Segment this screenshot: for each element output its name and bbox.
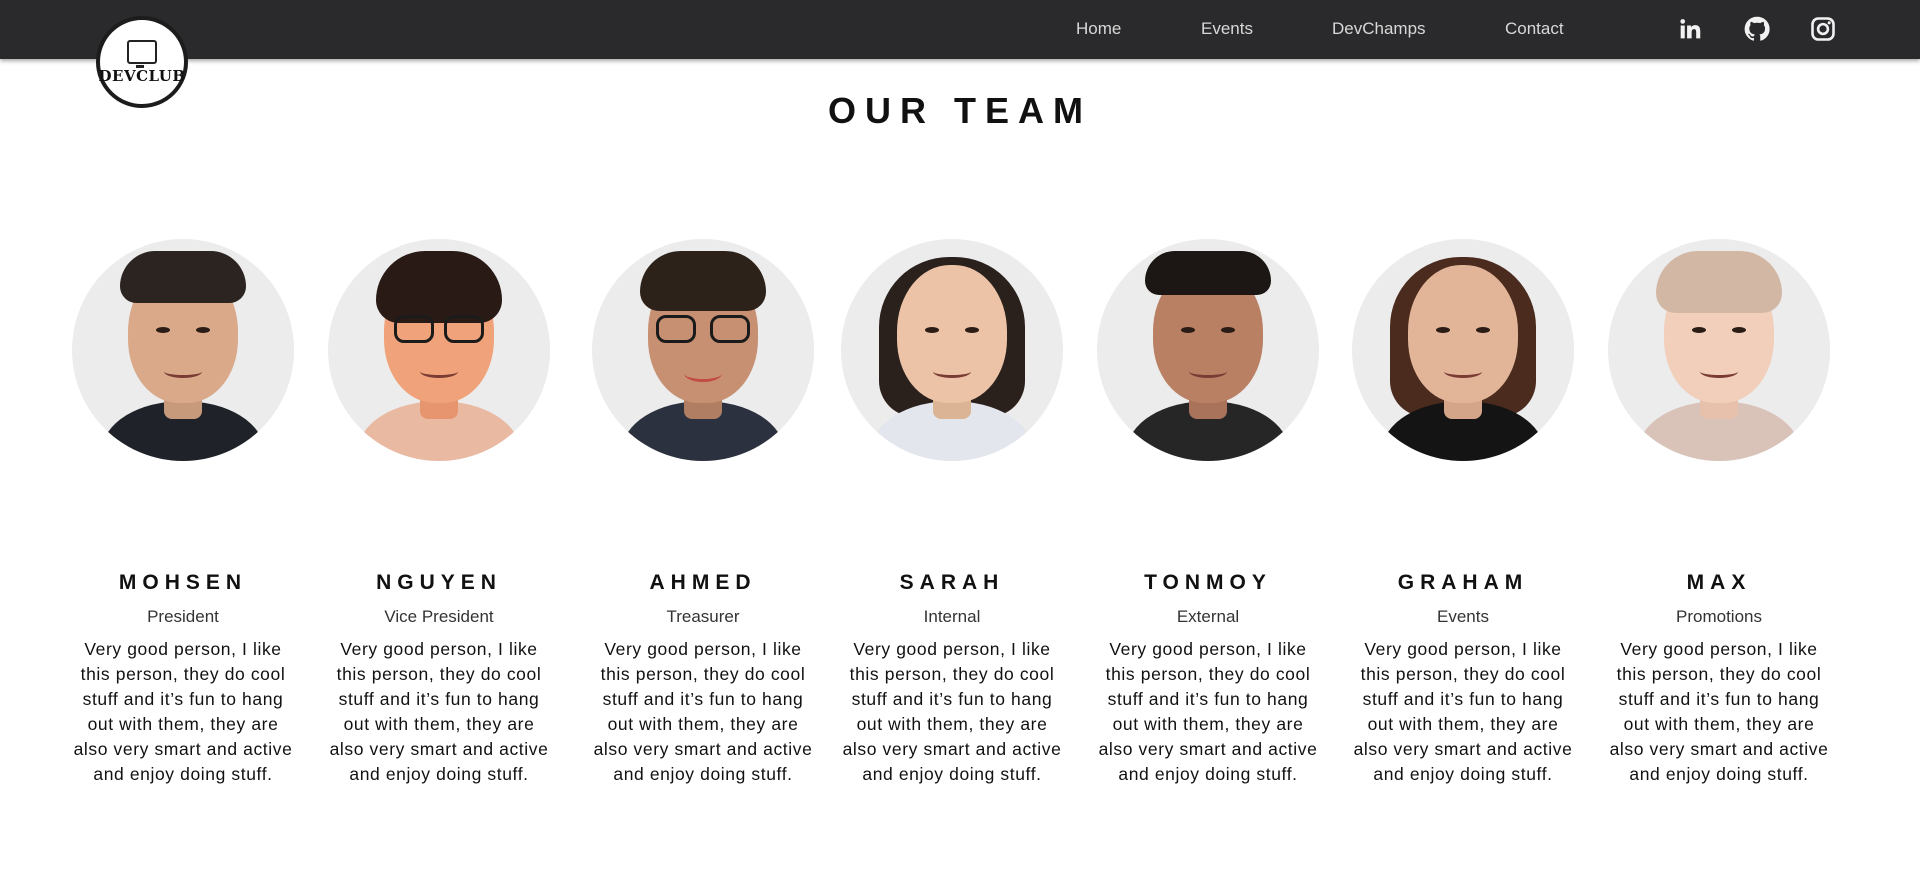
nav-devchamps-link[interactable]: DevChamps — [1332, 19, 1426, 39]
nav-events-link[interactable]: Events — [1201, 19, 1253, 39]
member-name: MOHSEN — [118, 571, 248, 594]
avatar-mouth — [684, 365, 722, 382]
avatar-glasses — [390, 315, 488, 345]
avatar-mouth — [1700, 365, 1738, 378]
github-icon[interactable] — [1743, 15, 1771, 43]
avatar-eye — [1221, 327, 1235, 333]
member-bio: Very good person, I like this person, th… — [329, 639, 549, 784]
team-member-card: NGUYEN Vice President Very good person, … — [327, 239, 551, 787]
page-title: OUR TEAM — [828, 90, 1092, 131]
avatar-mouth — [164, 365, 202, 378]
member-bio: Very good person, I like this person, th… — [1609, 639, 1829, 784]
avatar-eye — [1436, 327, 1450, 333]
avatar-hair-shape — [376, 251, 502, 323]
avatar — [592, 239, 814, 461]
logo-text: DEVCLUB — [98, 66, 186, 85]
member-bio: Very good person, I like this person, th… — [842, 639, 1062, 784]
team-member-card: GRAHAM Events Very good person, I like t… — [1351, 239, 1575, 787]
avatar-eye — [196, 327, 210, 333]
member-name: GRAHAM — [1397, 571, 1529, 594]
member-bio: Very good person, I like this person, th… — [1098, 639, 1318, 784]
avatar — [1352, 239, 1574, 461]
member-bio: Very good person, I like this person, th… — [1353, 639, 1573, 784]
member-role: Vice President — [384, 607, 494, 626]
member-role: Internal — [923, 607, 981, 626]
main-nav: Home Events DevChamps Contact — [0, 0, 1920, 59]
member-name: NGUYEN — [376, 571, 502, 594]
monitor-icon — [127, 39, 157, 68]
avatar-eye — [965, 327, 979, 333]
avatar-hair-shape — [120, 251, 246, 303]
team-member-card: MOHSEN President Very good person, I lik… — [71, 239, 295, 787]
member-role: President — [147, 607, 219, 626]
devclub-logo[interactable]: DEVCLUB — [96, 16, 188, 108]
team-member-card: MAX Promotions Very good person, I like … — [1607, 239, 1831, 787]
avatar-hair-shape — [640, 251, 766, 311]
team-member-card: AHMED Treasurer Very good person, I like… — [591, 239, 815, 787]
avatar-eye — [1476, 327, 1490, 333]
avatar-mouth — [420, 365, 458, 378]
nav-home-link[interactable]: Home — [1076, 19, 1121, 39]
avatar-glasses — [654, 315, 752, 345]
avatar-mouth — [933, 365, 971, 378]
avatar-eye — [925, 327, 939, 333]
member-bio: Very good person, I like this person, th… — [73, 639, 293, 784]
avatar-head-shape — [897, 265, 1007, 403]
avatar — [1097, 239, 1319, 461]
instagram-icon[interactable] — [1809, 15, 1837, 43]
member-role: Promotions — [1676, 607, 1762, 626]
member-name: SARAH — [899, 571, 1005, 594]
linkedin-icon[interactable] — [1676, 15, 1704, 43]
top-navbar: Home Events DevChamps Contact — [0, 0, 1920, 59]
member-role: Events — [1437, 607, 1489, 626]
avatar — [1608, 239, 1830, 461]
member-role: Treasurer — [666, 607, 740, 626]
avatar-eye — [1181, 327, 1195, 333]
avatar-mouth — [1444, 365, 1482, 378]
member-name: AHMED — [649, 571, 757, 594]
team-member-card: SARAH Internal Very good person, I like … — [840, 239, 1064, 787]
member-name: MAX — [1686, 571, 1752, 594]
member-bio: Very good person, I like this person, th… — [593, 639, 813, 784]
avatar — [841, 239, 1063, 461]
avatar-eye — [1692, 327, 1706, 333]
team-member-card: TONMOY External Very good person, I like… — [1096, 239, 1320, 787]
avatar — [72, 239, 294, 461]
avatar-eye — [1732, 327, 1746, 333]
member-role: External — [1176, 607, 1240, 626]
avatar-hair-shape — [1145, 251, 1271, 295]
member-name: TONMOY — [1144, 571, 1272, 594]
avatar-mouth — [1189, 365, 1227, 378]
avatar-head-shape — [1408, 265, 1518, 403]
avatar — [328, 239, 550, 461]
nav-contact-link[interactable]: Contact — [1505, 19, 1564, 39]
avatar-eye — [156, 327, 170, 333]
avatar-hair-shape — [1656, 251, 1782, 313]
